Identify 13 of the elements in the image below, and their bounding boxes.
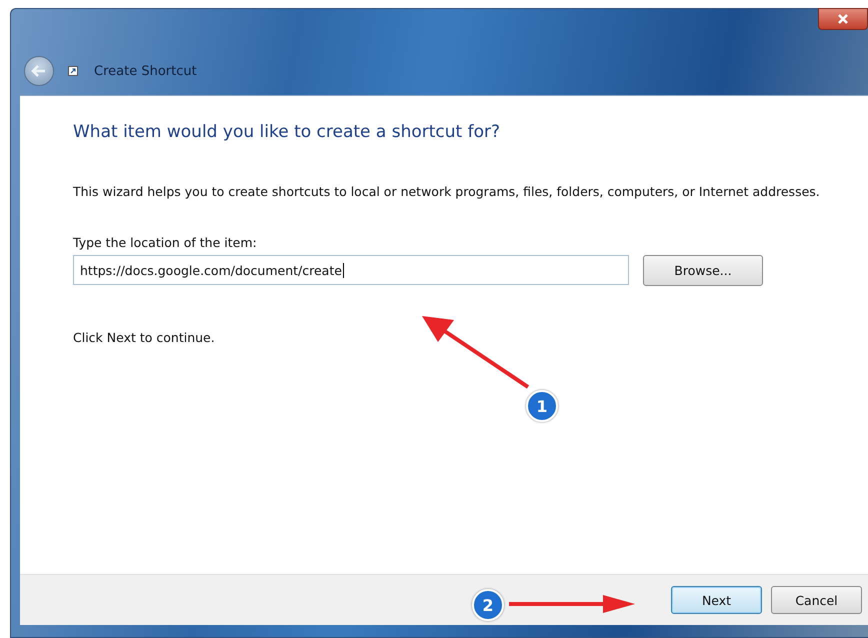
continue-hint: Click Next to continue. [73,330,216,345]
location-field[interactable]: https://docs.google.com/document/create [73,255,629,286]
browse-button[interactable]: Browse... [643,254,763,286]
wizard-heading: What item would you like to create a shortcut for? [73,122,502,142]
location-label: Type the location of the item: [73,234,258,250]
next-button[interactable]: Next [671,586,762,614]
wizard-description: This wizard helps you to create shortcuts to local or network programs, files, folders, computers, or Internet addresses. [73,184,821,201]
window-title: Create Shortcut [94,64,197,78]
close-button[interactable] [818,8,868,30]
back-button[interactable] [24,56,54,86]
cancel-button[interactable]: Cancel [771,586,862,614]
shortcut-icon [68,66,78,76]
close-icon [837,13,849,25]
